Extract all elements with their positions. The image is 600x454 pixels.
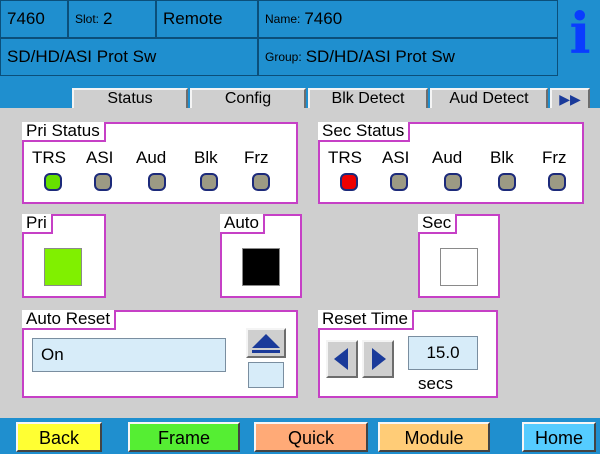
sec-select-title: Sec — [418, 214, 458, 234]
sec-status-panel: Sec Status TRS ASI Aud Blk Frz — [318, 122, 584, 204]
tab-config[interactable]: Config — [190, 88, 306, 108]
sec-aud-led — [444, 173, 462, 191]
auto-reset-up-button[interactable] — [246, 328, 286, 358]
slot-label: Slot: — [75, 12, 100, 26]
pri-asi-led — [94, 173, 112, 191]
auto-reset-spare-field — [248, 362, 284, 388]
name-value: 7460 — [304, 9, 343, 28]
name-cell: Name: 7460 — [258, 0, 558, 38]
pri-frz-led — [252, 173, 270, 191]
sec-asi-label: ASI — [382, 148, 410, 167]
pri-select-panel[interactable]: Pri — [22, 214, 106, 298]
sec-blk-label: Blk — [490, 148, 514, 167]
sec-frz-led — [548, 173, 566, 191]
sec-status-title: Sec Status — [318, 122, 411, 142]
pri-status-title: Pri Status — [22, 122, 106, 142]
pri-select-indicator[interactable] — [44, 248, 82, 286]
pri-blk-label: Blk — [194, 148, 218, 167]
frame-button[interactable]: Frame — [128, 422, 240, 452]
auto-select-indicator[interactable] — [242, 248, 280, 286]
pri-aud-label: Aud — [136, 148, 167, 167]
frame-id: 7460 — [7, 9, 45, 28]
pri-trs-label: TRS — [32, 148, 66, 167]
auto-select-title: Auto — [220, 214, 265, 234]
group-label: Group: — [265, 50, 302, 64]
auto-reset-panel: Auto Reset On — [22, 310, 298, 398]
mode-cell: Remote — [156, 0, 258, 38]
group-value: SD/HD/ASI Prot Sw — [305, 47, 455, 66]
mode-label: Remote — [163, 9, 223, 28]
arrow-right-icon — [372, 348, 386, 370]
tab-blk-detect[interactable]: Blk Detect — [308, 88, 428, 108]
slot-value: 2 — [103, 9, 113, 28]
sec-select-indicator[interactable] — [440, 248, 478, 286]
home-button[interactable]: Home — [522, 422, 596, 452]
pri-status-panel: Pri Status TRS ASI Aud Blk Frz — [22, 122, 298, 204]
pri-aud-led — [148, 173, 166, 191]
slot-cell: Slot: 2 — [68, 0, 156, 38]
triangle-up-icon — [252, 334, 280, 353]
pri-trs-led — [44, 173, 62, 191]
sec-trs-led — [340, 173, 358, 191]
description-cell: SD/HD/ASI Prot Sw — [0, 38, 258, 76]
auto-reset-title: Auto Reset — [22, 310, 117, 330]
reset-time-title: Reset Time — [318, 310, 414, 330]
quick-button[interactable]: Quick — [254, 422, 368, 452]
tabs-more-icon[interactable]: ▶▶ — [550, 88, 590, 108]
reset-time-value[interactable]: 15.0 — [408, 336, 478, 370]
sec-aud-label: Aud — [432, 148, 463, 167]
reset-time-decrease-button[interactable] — [326, 340, 358, 378]
module-button[interactable]: Module — [378, 422, 490, 452]
pri-asi-label: ASI — [86, 148, 114, 167]
sec-select-panel[interactable]: Sec — [418, 214, 500, 298]
pri-blk-led — [200, 173, 218, 191]
frame-id-cell: 7460 — [0, 0, 68, 38]
back-button[interactable]: Back — [16, 422, 102, 452]
sec-trs-label: TRS — [328, 148, 362, 167]
info-icon[interactable]: i — [565, 6, 595, 63]
sec-blk-led — [498, 173, 516, 191]
sec-asi-led — [390, 173, 408, 191]
auto-select-panel[interactable]: Auto — [220, 214, 302, 298]
arrow-left-icon — [334, 348, 348, 370]
sec-frz-label: Frz — [542, 148, 567, 167]
module-description: SD/HD/ASI Prot Sw — [7, 47, 157, 66]
tab-aud-detect[interactable]: Aud Detect — [430, 88, 548, 108]
pri-frz-label: Frz — [244, 148, 269, 167]
name-label: Name: — [265, 12, 301, 26]
pri-select-title: Pri — [22, 214, 53, 234]
auto-reset-value-field[interactable]: On — [32, 338, 226, 372]
tab-status[interactable]: Status — [72, 88, 188, 108]
group-cell: Group: SD/HD/ASI Prot Sw — [258, 38, 558, 76]
reset-time-increase-button[interactable] — [362, 340, 394, 378]
reset-time-panel: Reset Time 15.0 secs — [318, 310, 498, 398]
reset-time-unit: secs — [418, 374, 453, 393]
